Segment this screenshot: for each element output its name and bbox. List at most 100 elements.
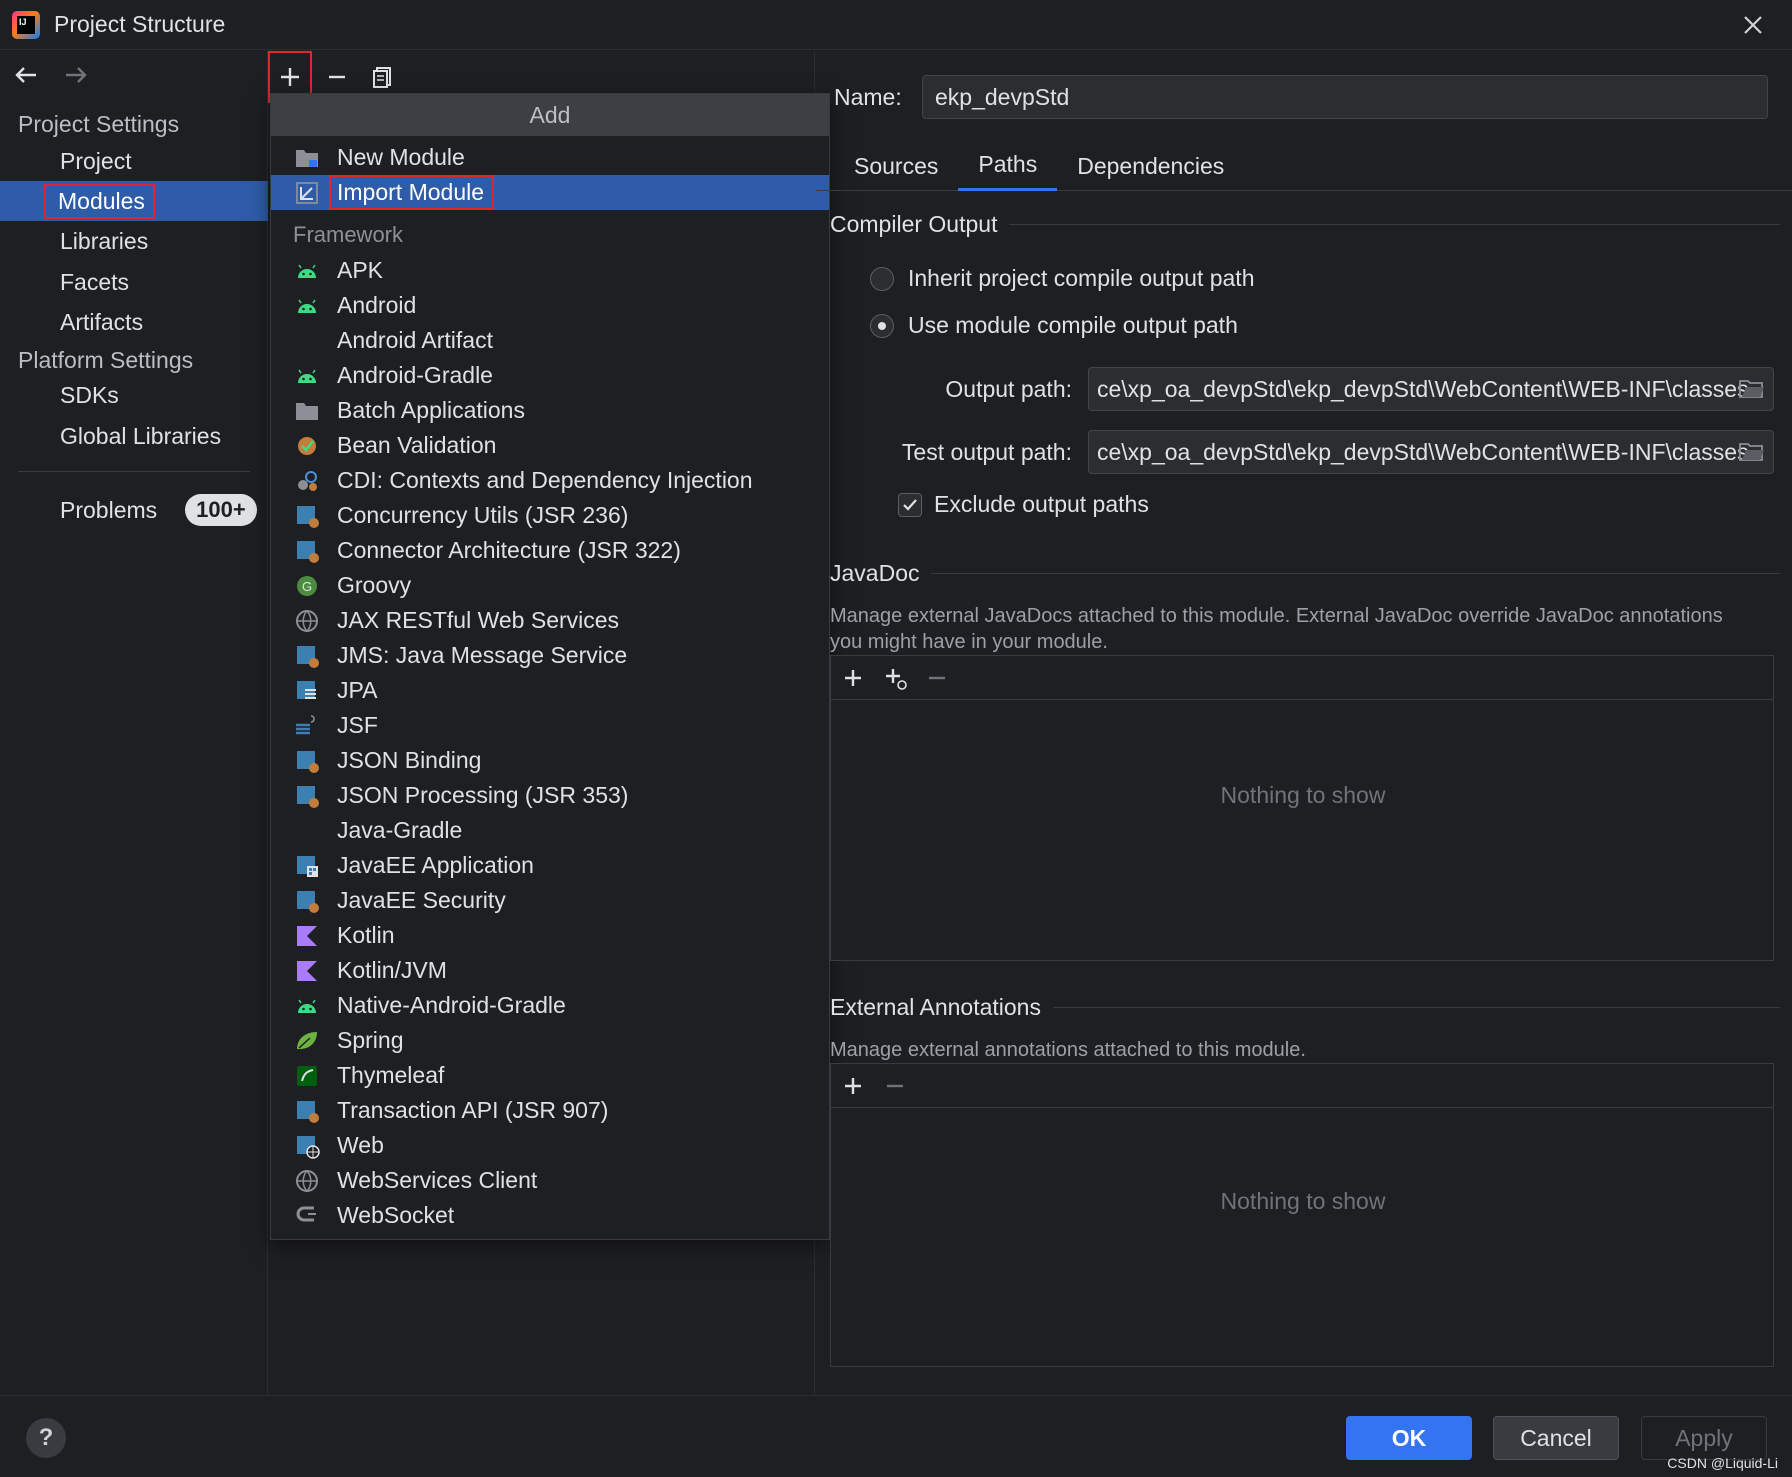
javadoc-empty-text: Nothing to show [1220,782,1386,808]
exclude-output-row[interactable]: Exclude output paths [898,491,1149,518]
section-divider [931,573,1780,574]
websocket-icon [293,1202,321,1230]
forward-arrow-icon[interactable] [62,61,90,89]
exclude-output-checkbox[interactable] [898,492,922,517]
android-icon [293,992,321,1020]
folder-browse-icon[interactable] [1739,441,1765,463]
apply-button[interactable]: Apply [1641,1416,1767,1460]
settings-sidebar: Project Settings Project Modules Librari… [0,51,268,1395]
javadoc-list-toolbar [831,656,1773,700]
minus-icon [329,75,345,79]
framework-item-kotlin-jvm[interactable]: Kotlin/JVM [271,953,829,988]
dialog-button-bar: ? OK Cancel Apply CSDN @Liquid-Li [0,1395,1792,1477]
popup-item-label: Android-Gradle [337,362,493,388]
sidebar-item-modules[interactable]: Modules [0,181,268,221]
problems-label: Problems [60,496,158,523]
output-path-value: ce\xp_oa_devpStd\ekp_devpStd\WebContent\… [1097,375,1749,402]
jsf-icon [293,712,321,740]
framework-item-webservices-client[interactable]: WebServices Client [271,1163,829,1198]
plus-icon[interactable] [841,1074,865,1098]
output-path-input[interactable]: ce\xp_oa_devpStd\ekp_devpStd\WebContent\… [1088,367,1774,411]
popup-item-label: Kotlin/JVM [337,957,447,983]
help-button[interactable]: ? [26,1418,66,1458]
framework-item-bean-validation[interactable]: Bean Validation [271,428,829,463]
minus-icon[interactable] [883,1074,907,1098]
javadoc-section: JavaDoc [830,560,1780,587]
framework-item-apk[interactable]: APK [271,253,829,288]
framework-item-jsf[interactable]: JSF [271,708,829,743]
framework-item-javaee-security[interactable]: JavaEE Security [271,883,829,918]
framework-item-kotlin[interactable]: Kotlin [271,918,829,953]
tab-paths[interactable]: Paths [958,141,1058,191]
external-annotations-title: External Annotations [830,994,1041,1020]
cancel-button[interactable]: Cancel [1493,1416,1619,1460]
popup-item-label: JAX RESTful Web Services [337,607,620,633]
tab-sources[interactable]: Sources [834,141,958,191]
close-icon[interactable] [1740,12,1766,38]
sidebar-item-project[interactable]: Project [0,141,268,181]
folder-browse-icon[interactable] [1739,378,1765,400]
use-module-output-radio[interactable] [870,313,894,338]
javadoc-title: JavaDoc [830,560,920,586]
tab-dependencies[interactable]: Dependencies [1057,141,1244,191]
kotlin-icon [293,957,321,985]
module-name-input[interactable]: ekp_devpStd [922,75,1768,119]
framework-item-json-processing-jsr-353-[interactable]: JSON Processing (JSR 353) [271,778,829,813]
framework-item-concurrency-utils-jsr-236-[interactable]: Concurrency Utils (JSR 236) [271,498,829,533]
framework-item-cdi-contexts-and-dependency-injection[interactable]: CDI: Contexts and Dependency Injection [271,463,829,498]
framework-item-jms-java-message-service[interactable]: JMS: Java Message Service [271,638,829,673]
add-url-icon[interactable] [883,666,907,690]
popup-item-label: Android Artifact [337,327,493,353]
sidebar-item-facets[interactable]: Facets [0,262,268,302]
sidebar-item-libraries[interactable]: Libraries [0,221,268,261]
minus-icon[interactable] [925,666,949,690]
framework-item-java-gradle[interactable]: Java-Gradle [271,813,829,848]
module-name-row: Name: ekp_devpStd [834,75,1768,119]
framework-item-thymeleaf[interactable]: Thymeleaf [271,1058,829,1093]
import-module-icon [293,179,321,207]
inherit-output-radio[interactable] [870,266,894,291]
framework-item-android[interactable]: Android [271,288,829,323]
popup-item-import-module[interactable]: Import Module [271,175,829,210]
sidebar-item-global-libraries[interactable]: Global Libraries [0,416,268,456]
framework-item-android-artifact[interactable]: Android Artifact [271,323,829,358]
use-module-output-radio-row[interactable]: Use module compile output path [870,312,1238,339]
framework-item-json-binding[interactable]: JSON Binding [271,743,829,778]
sidebar-item-artifacts[interactable]: Artifacts [0,302,268,342]
test-output-path-input[interactable]: ce\xp_oa_devpStd\ekp_devpStd\WebContent\… [1088,430,1774,474]
window-title: Project Structure [54,11,226,37]
javaee-icon [293,782,321,810]
sidebar-item-problems[interactable]: Problems 100+ [60,494,257,526]
use-module-output-label: Use module compile output path [908,312,1238,338]
framework-item-transaction-api-jsr-907-[interactable]: Transaction API (JSR 907) [271,1093,829,1128]
plus-icon [281,68,299,86]
back-arrow-icon[interactable] [12,61,40,89]
framework-item-websocket[interactable]: WebSocket [271,1198,829,1233]
popup-item-label: Spring [337,1027,404,1053]
sidebar-item-label: Libraries [60,227,149,254]
checkmark-icon [903,498,917,511]
framework-item-spring[interactable]: Spring [271,1023,829,1058]
popup-item-new-module[interactable]: New Module [271,140,829,175]
sidebar-item-sdks[interactable]: SDKs [0,375,268,415]
web-icon [293,1132,321,1160]
framework-item-connector-architecture-jsr-322-[interactable]: Connector Architecture (JSR 322) [271,533,829,568]
framework-item-native-android-gradle[interactable]: Native-Android-Gradle [271,988,829,1023]
popup-item-label: CDI: Contexts and Dependency Injection [337,467,753,493]
framework-item-jpa[interactable]: JPA [271,673,829,708]
ok-button[interactable]: OK [1346,1416,1472,1460]
framework-item-batch-applications[interactable]: Batch Applications [271,393,829,428]
framework-item-android-gradle[interactable]: Android-Gradle [271,358,829,393]
framework-item-groovy[interactable]: G Groovy [271,568,829,603]
popup-item-label: Concurrency Utils (JSR 236) [337,502,629,528]
framework-item-jax-restful-web-services[interactable]: JAX RESTful Web Services [271,603,829,638]
test-output-path-row: Test output path: ce\xp_oa_devpStd\ekp_d… [902,430,1774,474]
framework-item-javaee-application[interactable]: JavaEE Application [271,848,829,883]
framework-item-web[interactable]: Web [271,1128,829,1163]
thymeleaf-icon [293,1062,321,1090]
plus-icon[interactable] [841,666,865,690]
popup-item-label: Web [337,1132,384,1158]
popup-item-label: Groovy [337,572,412,598]
problems-count-badge: 100+ [185,494,257,526]
inherit-output-radio-row[interactable]: Inherit project compile output path [870,265,1254,292]
